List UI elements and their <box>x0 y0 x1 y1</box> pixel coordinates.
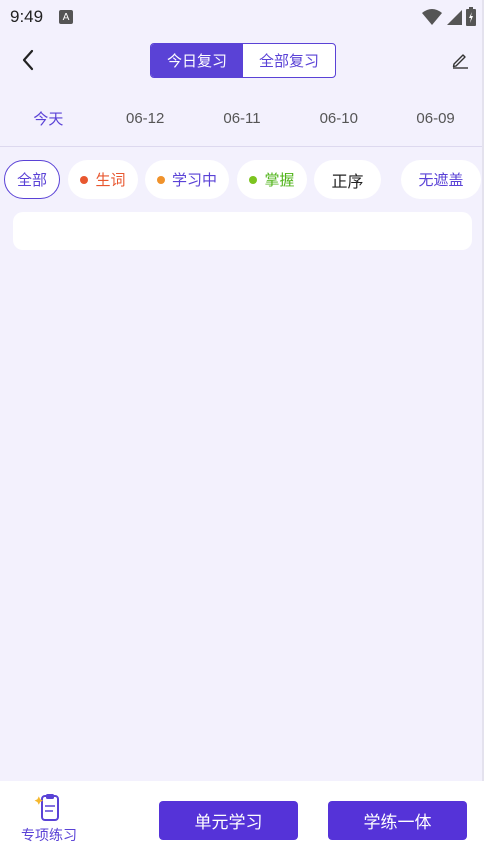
filter-learning-chip[interactable]: 学习中 <box>145 160 229 199</box>
date-tabs: 今天 06-12 06-11 06-10 06-09 <box>0 98 484 138</box>
sort-order-label: 正序 <box>331 171 364 191</box>
special-practice-button[interactable]: 专项练习 <box>16 793 82 849</box>
study-practice-button[interactable]: 学练一体 <box>328 801 467 840</box>
tab-today-review[interactable]: 今日复习 <box>151 44 243 77</box>
filter-mastered-chip[interactable]: 掌握 <box>237 160 307 199</box>
app-notification-icon: A <box>59 10 74 24</box>
word-list-card <box>13 212 472 250</box>
divider <box>0 146 484 147</box>
date-tab-0612[interactable]: 06-12 <box>97 110 194 127</box>
mastered-dot-icon <box>249 175 258 184</box>
unit-study-button[interactable]: 单元学习 <box>159 801 298 840</box>
header: 今日复习 全部复习 <box>0 34 484 88</box>
new-word-dot-icon <box>80 175 89 184</box>
signal-icon <box>447 9 462 25</box>
wifi-icon <box>422 8 442 25</box>
status-icons <box>422 7 476 26</box>
filter-learning-label: 学习中 <box>171 171 217 189</box>
filter-new-label: 生词 <box>95 171 126 189</box>
no-cover-chip[interactable]: 无遮盖 <box>401 160 481 199</box>
edit-button[interactable] <box>448 48 472 72</box>
no-cover-label: 无遮盖 <box>418 171 464 189</box>
date-tab-0610[interactable]: 06-10 <box>290 110 387 127</box>
back-button[interactable] <box>14 46 42 74</box>
date-tab-0611[interactable]: 06-11 <box>194 110 291 127</box>
special-practice-label: 专项练习 <box>21 828 77 844</box>
date-tab-0609[interactable]: 06-09 <box>387 110 484 127</box>
filter-all-label: 全部 <box>16 171 47 189</box>
filter-mastered-label: 掌握 <box>264 171 295 189</box>
pencil-icon <box>452 54 468 69</box>
filter-new-word-chip[interactable]: 生词 <box>68 160 138 199</box>
status-bar: 9:49 A <box>0 0 484 34</box>
clipboard-icon <box>34 794 59 821</box>
review-mode-toggle: 今日复习 全部复习 <box>150 43 336 78</box>
bottom-bar: 专项练习 单元学习 学练一体 <box>0 781 484 860</box>
battery-icon <box>466 7 476 26</box>
filter-chips: 全部 生词 学习中 掌握 正序 无遮盖 <box>4 160 484 200</box>
tab-all-review[interactable]: 全部复习 <box>243 44 335 77</box>
sort-order-chip[interactable]: 正序 <box>314 160 381 199</box>
status-time: 9:49 <box>10 7 44 26</box>
learning-dot-icon <box>156 175 165 184</box>
filter-all-chip[interactable]: 全部 <box>4 160 60 199</box>
date-tab-today[interactable]: 今天 <box>0 108 97 129</box>
chevron-left-icon <box>22 49 34 71</box>
